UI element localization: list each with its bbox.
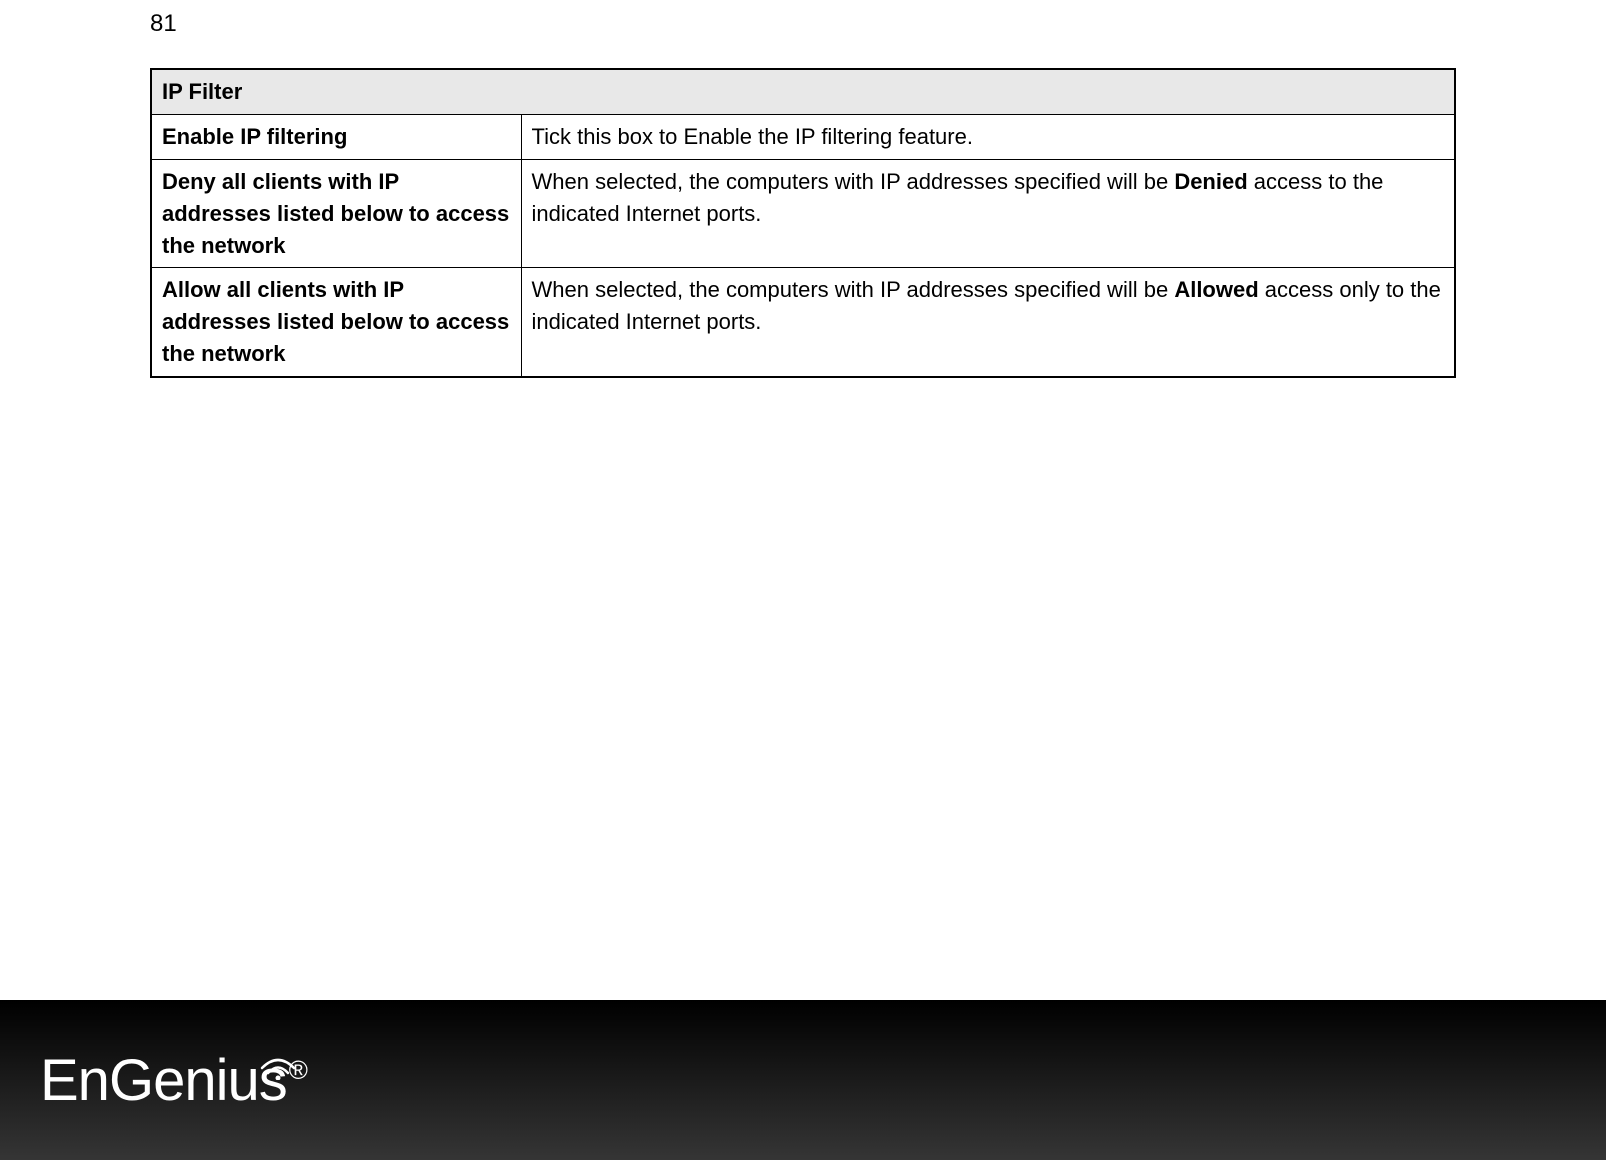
desc-bold: Denied <box>1174 169 1247 194</box>
row-description: When selected, the computers with IP add… <box>521 159 1455 268</box>
page-number: 81 <box>150 10 1456 38</box>
row-label: Allow all clients with IP addresses list… <box>151 268 521 377</box>
table-row: Deny all clients with IP addresses liste… <box>151 159 1455 268</box>
brand-logo-text: EnGen ius® <box>40 1047 307 1114</box>
row-label: Deny all clients with IP addresses liste… <box>151 159 521 268</box>
table-row: Enable IP filtering Tick this box to Ena… <box>151 114 1455 159</box>
row-description: When selected, the computers with IP add… <box>521 268 1455 377</box>
brand-logo: EnGen ius® <box>40 1047 307 1114</box>
table-header-row: IP Filter <box>151 69 1455 114</box>
desc-prefix: Tick this box to Enable the IP filtering… <box>532 124 973 149</box>
brand-part2: Gen <box>109 1048 216 1113</box>
page-content: 81 IP Filter Enable IP filtering Tick th… <box>0 0 1606 378</box>
desc-bold: Allowed <box>1174 277 1258 302</box>
footer-bar: EnGen ius® <box>0 1000 1606 1160</box>
brand-part1: En <box>40 1048 109 1113</box>
desc-prefix: When selected, the computers with IP add… <box>532 169 1175 194</box>
ip-filter-table: IP Filter Enable IP filtering Tick this … <box>150 68 1456 378</box>
desc-prefix: When selected, the computers with IP add… <box>532 277 1175 302</box>
wifi-icon <box>258 1027 298 1057</box>
table-row: Allow all clients with IP addresses list… <box>151 268 1455 377</box>
table-header: IP Filter <box>151 69 1455 114</box>
row-label: Enable IP filtering <box>151 114 521 159</box>
row-description: Tick this box to Enable the IP filtering… <box>521 114 1455 159</box>
